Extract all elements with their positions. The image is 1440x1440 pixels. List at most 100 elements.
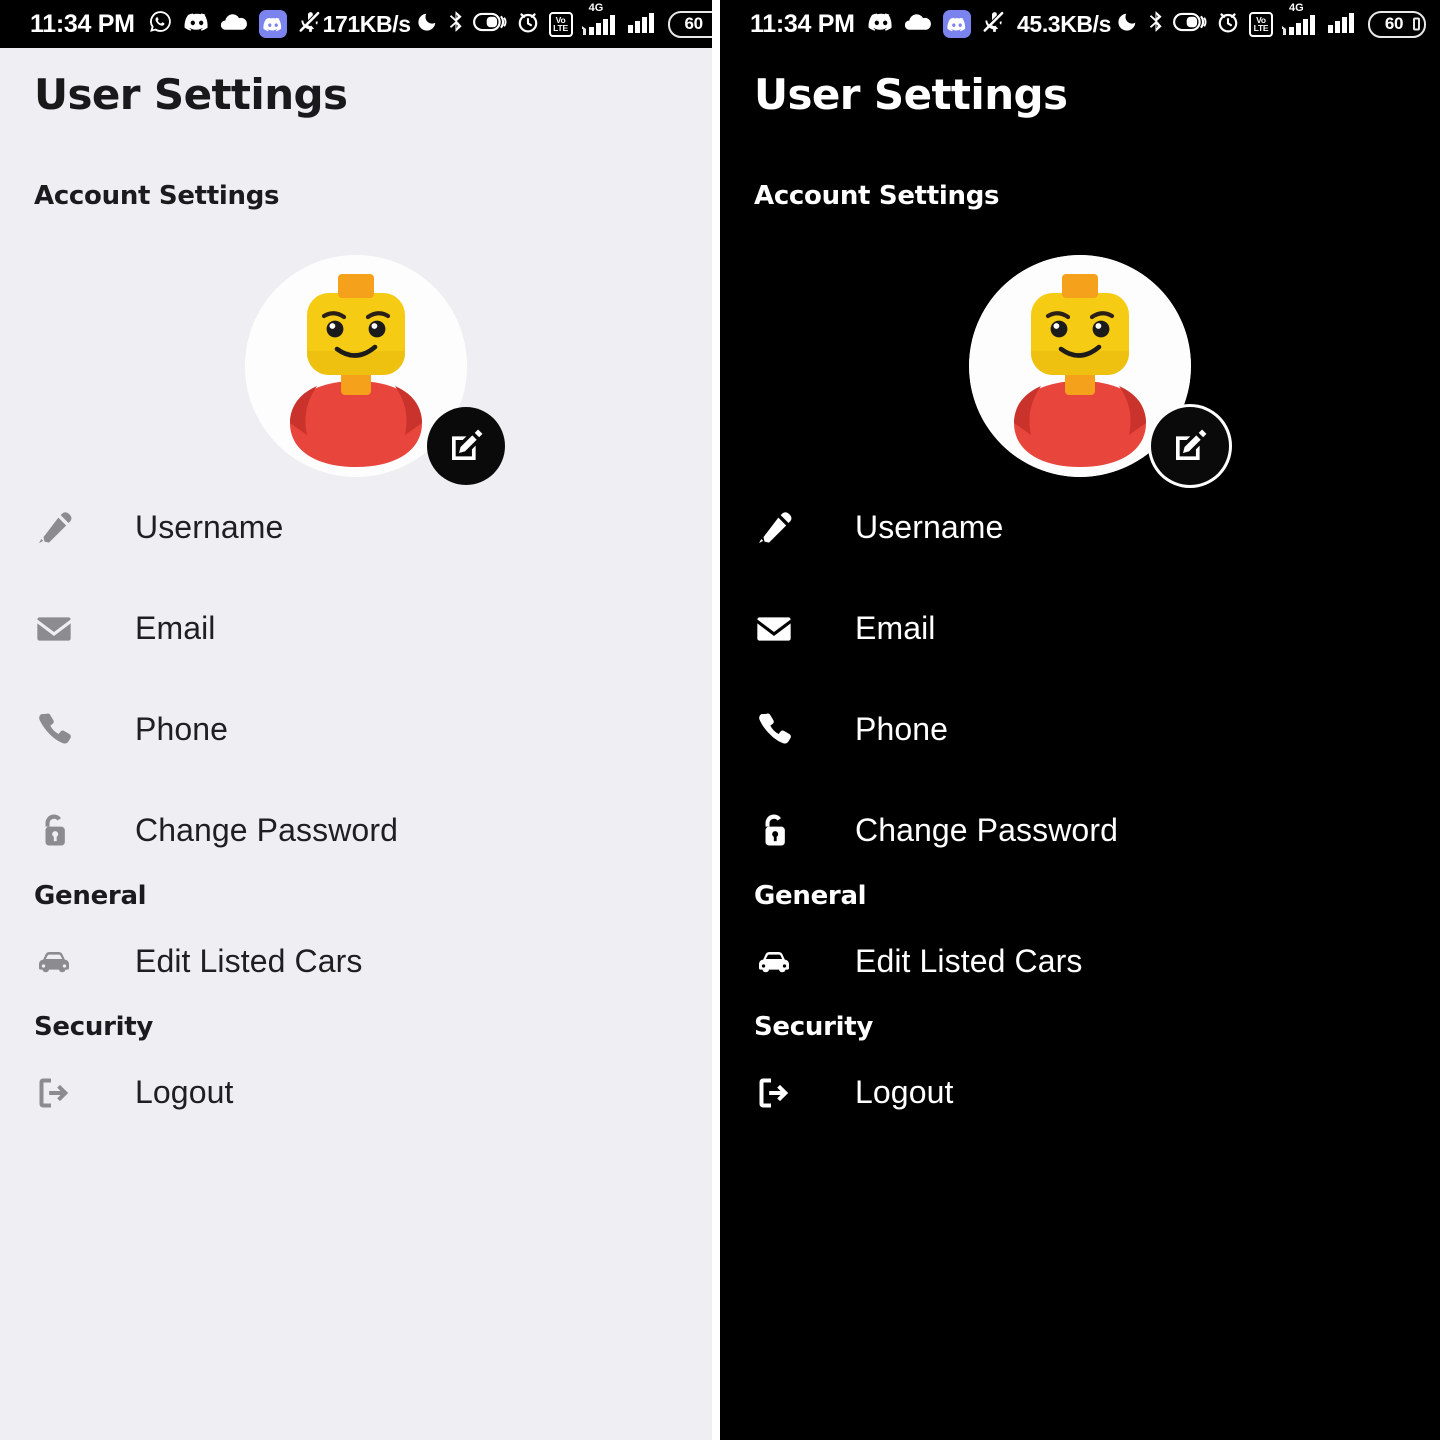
discord-notification-badge-icon xyxy=(258,10,287,38)
settings-row-username[interactable]: Username xyxy=(754,477,1406,578)
settings-row-label: Edit Listed Cars xyxy=(135,943,363,979)
dark-theme-screen: 11:34 PM 45.3KB/s Vo LTE 4G 60 User Sett… xyxy=(720,0,1440,1440)
avatar[interactable] xyxy=(969,255,1229,485)
alarm-clock-icon xyxy=(516,10,540,39)
whatsapp-icon xyxy=(148,9,173,39)
signal-sim1-icon: 4G xyxy=(1282,2,1318,36)
settings-row-label: Logout xyxy=(135,1074,234,1110)
pen-nib-icon xyxy=(754,508,820,548)
signal-sim2-icon xyxy=(1327,11,1359,38)
account-settings-rows: Username Email Phone Change Password xyxy=(34,477,678,881)
settings-row-label: Email xyxy=(135,610,216,646)
status-bar-notification-icons xyxy=(868,9,1007,39)
avatar[interactable] xyxy=(245,255,505,485)
settings-row-logout[interactable]: Logout xyxy=(34,1042,678,1143)
status-bar: 11:34 PM 45.3KB/s Vo LTE 4G 60 xyxy=(720,0,1440,48)
discord-icon xyxy=(184,12,210,37)
edit-avatar-button[interactable] xyxy=(1151,407,1229,485)
security-rows: Logout xyxy=(34,1042,678,1143)
sign-out-icon xyxy=(34,1073,100,1113)
cloud-icon xyxy=(220,13,248,36)
settings-row-label: Phone xyxy=(135,711,229,747)
page-title: User Settings xyxy=(34,70,348,119)
settings-row-phone[interactable]: Phone xyxy=(754,679,1406,780)
signal-sim2-icon xyxy=(627,11,659,38)
settings-row-label: Change Password xyxy=(135,812,398,848)
do-not-disturb-icon xyxy=(416,11,438,38)
settings-row-label: Phone xyxy=(855,711,949,747)
settings-content: User Settings Account Settings Username … xyxy=(720,48,1440,1440)
section-heading-account-settings: Account Settings xyxy=(34,181,280,211)
settings-row-edit-listed-cars[interactable]: Edit Listed Cars xyxy=(754,911,1406,1012)
volte-icon: Vo LTE xyxy=(1249,11,1273,37)
account-settings-rows: Username Email Phone Change Password xyxy=(754,477,1406,881)
battery-level: 60 xyxy=(1384,14,1404,33)
status-bar: 11:34 PM 171KB/s Vo LTE 4G 60 xyxy=(0,0,712,48)
settings-row-username[interactable]: Username xyxy=(34,477,678,578)
status-bar-system-icons: Vo LTE 4G 60 xyxy=(416,2,712,39)
edit-avatar-button[interactable] xyxy=(427,407,505,485)
settings-row-label: Email xyxy=(855,610,936,646)
discord-icon xyxy=(868,12,894,37)
general-rows: Edit Listed Cars xyxy=(754,911,1406,1012)
car-icon xyxy=(754,942,820,982)
section-heading-account-settings: Account Settings xyxy=(754,181,1000,211)
bluetooth-icon xyxy=(1147,10,1164,38)
network-speed-indicator: 171KB/s xyxy=(322,10,411,37)
settings-row-logout[interactable]: Logout xyxy=(754,1042,1406,1143)
settings-row-email[interactable]: Email xyxy=(754,578,1406,679)
settings-row-label: Change Password xyxy=(855,812,1118,848)
section-heading-general: General xyxy=(34,881,147,911)
light-theme-screen: 11:34 PM 171KB/s Vo LTE 4G 60 User Setti… xyxy=(0,0,712,1440)
phone-handset-icon xyxy=(754,710,820,750)
pen-nib-icon xyxy=(34,508,100,548)
section-heading-general: General xyxy=(754,881,867,911)
signal-sim1-icon: 4G xyxy=(581,2,618,36)
alarm-clock-icon xyxy=(1216,10,1240,39)
mic-muted-icon xyxy=(298,9,323,39)
battery-tip xyxy=(1413,17,1420,31)
car-icon xyxy=(34,942,100,982)
settings-row-change-password[interactable]: Change Password xyxy=(754,780,1406,881)
status-bar-system-icons: Vo LTE 4G 60 xyxy=(1116,2,1426,39)
settings-row-label: Logout xyxy=(855,1074,954,1110)
settings-row-label: Username xyxy=(135,509,284,545)
phone-handset-icon xyxy=(34,710,100,750)
status-bar-clock: 11:34 PM xyxy=(30,9,135,38)
discord-notification-badge-icon xyxy=(942,10,971,38)
status-bar-notification-icons xyxy=(148,9,323,39)
unlocked-padlock-icon xyxy=(34,811,100,851)
section-heading-security: Security xyxy=(754,1012,873,1042)
settings-row-change-password[interactable]: Change Password xyxy=(34,780,678,881)
settings-content: User Settings Account Settings Username … xyxy=(0,48,712,1440)
unlocked-padlock-icon xyxy=(754,811,820,851)
mic-muted-icon xyxy=(982,9,1007,39)
page-title: User Settings xyxy=(754,70,1068,119)
network-speed-indicator: 45.3KB/s xyxy=(1017,10,1111,37)
settings-row-edit-listed-cars[interactable]: Edit Listed Cars xyxy=(34,911,678,1012)
cloud-icon xyxy=(904,13,932,36)
battery-icon: 60 xyxy=(667,10,712,38)
dnd-toggle-icon xyxy=(472,10,507,39)
dnd-toggle-icon xyxy=(1173,10,1207,39)
settings-row-email[interactable]: Email xyxy=(34,578,678,679)
status-bar-clock: 11:34 PM xyxy=(750,9,855,38)
security-rows: Logout xyxy=(754,1042,1406,1143)
settings-row-phone[interactable]: Phone xyxy=(34,679,678,780)
envelope-icon xyxy=(34,609,100,649)
settings-row-label: Edit Listed Cars xyxy=(855,943,1083,979)
general-rows: Edit Listed Cars xyxy=(34,911,678,1012)
battery-level: 60 xyxy=(684,14,703,33)
avatar-section xyxy=(34,255,678,485)
section-heading-security: Security xyxy=(34,1012,153,1042)
edit-pencil-icon xyxy=(1176,429,1207,460)
theme-comparison-screens: 11:34 PM 171KB/s Vo LTE 4G 60 User Setti… xyxy=(0,0,1440,1440)
bluetooth-icon xyxy=(447,10,464,38)
settings-row-label: Username xyxy=(855,509,1004,545)
avatar-section xyxy=(754,255,1406,485)
edit-pencil-icon xyxy=(452,429,483,460)
battery-icon: 60 xyxy=(1368,10,1426,38)
do-not-disturb-icon xyxy=(1116,11,1138,38)
sign-out-icon xyxy=(754,1073,820,1113)
envelope-icon xyxy=(754,609,820,649)
